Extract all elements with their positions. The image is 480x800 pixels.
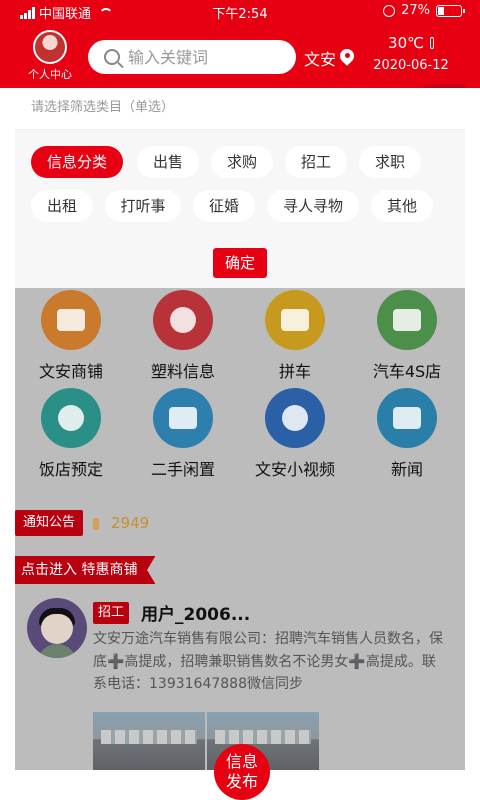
- grid-item-secondhand[interactable]: 二手闲置: [127, 388, 239, 480]
- status-right: 27%: [383, 3, 465, 18]
- location-pin-icon: [340, 49, 354, 67]
- date: 2020-06-12: [373, 58, 449, 73]
- battery-fill: [438, 6, 445, 15]
- chip-9[interactable]: 其他: [371, 190, 433, 222]
- tv-news-icon: [377, 388, 437, 448]
- search-input[interactable]: [128, 47, 278, 67]
- temperature-row: 30℃: [356, 34, 466, 52]
- grid-label: 文安小视频: [254, 460, 335, 479]
- post-photo[interactable]: [93, 712, 205, 770]
- grid-item-news[interactable]: 新闻: [351, 388, 463, 480]
- chip-2[interactable]: 求购: [211, 146, 273, 178]
- chip-5[interactable]: 出租: [31, 190, 93, 222]
- filter-panel: 请选择筛选类目（单选） 信息分类 出售 求购 招工 求职 出租 打听事 征婚 寻…: [15, 88, 465, 288]
- post-user: 用户_2006...: [141, 605, 251, 625]
- city-label: 文安: [304, 50, 337, 69]
- grid-item-4s[interactable]: 汽车4S店: [351, 290, 463, 382]
- grid-item-shop[interactable]: 文安商铺: [15, 290, 127, 382]
- profile-button[interactable]: 个人中心: [22, 30, 78, 82]
- grid-label: 拼车: [278, 362, 311, 381]
- chip-8[interactable]: 寻人寻物: [267, 190, 359, 222]
- notice-row[interactable]: 通知公告 2949: [15, 510, 149, 536]
- chip-1[interactable]: 出售: [137, 146, 199, 178]
- rotation-lock-icon: [383, 4, 396, 17]
- city-selector[interactable]: 文安: [304, 46, 354, 70]
- chip-3[interactable]: 招工: [285, 146, 347, 178]
- grid-label: 二手闲置: [150, 460, 215, 479]
- post-body: 文安万途汽车销售有限公司：招聘汽车销售人员数名，保底➕高提成，招聘兼职销售数名不…: [93, 631, 443, 692]
- battery-percent: 27%: [401, 3, 430, 18]
- notice-tag: 通知公告: [15, 510, 84, 536]
- grid-label: 文安商铺: [38, 362, 103, 381]
- grid-item-carpool[interactable]: 拼车: [239, 290, 351, 382]
- notice-count: 2949: [111, 514, 150, 532]
- battery-icon: [436, 4, 465, 17]
- dancer-icon: [265, 388, 325, 448]
- grid-item-plastic[interactable]: 塑料信息: [127, 290, 239, 382]
- phone-icon: [41, 388, 101, 448]
- chip-7[interactable]: 征婚: [193, 190, 255, 222]
- grid-label: 饭店预定: [38, 460, 103, 479]
- publish-line-1: 信息: [225, 752, 258, 771]
- home-content: 文安商铺 塑料信息 拼车 汽车4S店 饭店预定 二手闲置 文安小视频 新闻 通知…: [15, 288, 465, 770]
- grid-label: 汽车4S店: [372, 362, 442, 381]
- temperature: 30℃: [388, 34, 424, 52]
- post-tag: 招工: [93, 601, 130, 624]
- grid-label: 塑料信息: [150, 362, 215, 381]
- grid-item-restaurant[interactable]: 饭店预定: [15, 388, 127, 480]
- grid-item-video[interactable]: 文安小视频: [239, 388, 351, 480]
- thermometer-icon: [429, 37, 434, 49]
- special-shops-ribbon[interactable]: 点击进入 特惠商铺: [15, 556, 156, 584]
- shop-icon: [41, 290, 101, 350]
- search-bar[interactable]: [88, 40, 296, 74]
- publish-line-2: 发布: [225, 772, 258, 791]
- post-photos: [93, 712, 319, 770]
- post-title-row: 招工 用户_2006...: [93, 600, 250, 625]
- speaker-icon: [93, 517, 107, 530]
- chip-4[interactable]: 求职: [359, 146, 421, 178]
- status-bar: 中国联通 下午2:54 27%: [0, 0, 480, 24]
- chip-6[interactable]: 打听事: [105, 190, 181, 222]
- filter-hint: 请选择筛选类目（单选）: [15, 88, 465, 130]
- car-icon: [265, 290, 325, 350]
- car-4s-icon: [377, 290, 437, 350]
- notice-count-wrap: 2949: [93, 514, 149, 532]
- post-avatar[interactable]: [27, 598, 87, 658]
- weather-widget: 30℃ 2020-06-12: [356, 34, 466, 73]
- grid-label: 新闻: [390, 460, 423, 479]
- avatar[interactable]: [33, 30, 67, 64]
- search-icon: [104, 49, 120, 65]
- publish-button[interactable]: 信息 发布: [214, 744, 270, 800]
- confirm-button[interactable]: 确定: [213, 248, 267, 278]
- secondhand-icon: [153, 388, 213, 448]
- chat-icon: [153, 290, 213, 350]
- app-header: 个人中心 文安 30℃ 2020-06-12: [0, 24, 480, 88]
- profile-label: 个人中心: [28, 68, 72, 81]
- chip-0[interactable]: 信息分类: [31, 146, 123, 178]
